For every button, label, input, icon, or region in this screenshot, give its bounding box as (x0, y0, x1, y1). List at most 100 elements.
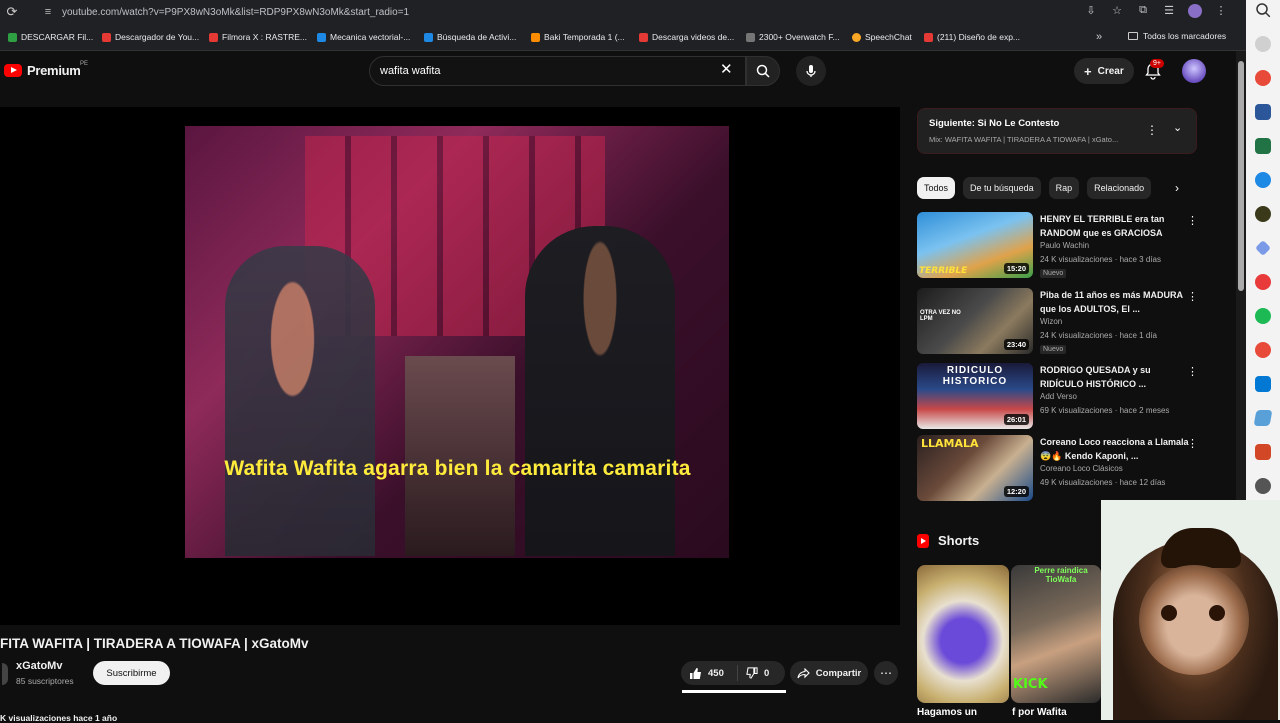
account-avatar[interactable] (1182, 59, 1206, 83)
bookmark-favicon (209, 32, 218, 42)
app-icon[interactable] (1255, 478, 1271, 494)
kebab-menu-icon[interactable]: ⋮ (1187, 290, 1198, 303)
shorts-heading: Shorts (917, 533, 979, 548)
video-thumbnail[interactable]: OTRA VEZ NO LPM 23:40 (917, 288, 1033, 354)
kebab-menu-icon[interactable]: ⋮ (1187, 365, 1198, 378)
bookmark-item[interactable]: Descargador de You... (102, 32, 199, 42)
chip-rap[interactable]: Rap (1048, 177, 1080, 199)
bookmark-item[interactable]: Mecanica vectorial-... (317, 32, 410, 42)
recommendation-item[interactable]: LLAMALA 12:20 Coreano Loco reacciona a L… (917, 435, 1217, 503)
recommendation-title[interactable]: Coreano Loco reacciona a Llamala 😨🔥 Kend… (1040, 435, 1190, 463)
bookmark-favicon (102, 32, 111, 42)
bookmark-item[interactable]: Búsqueda de Activi... (424, 32, 516, 42)
recommendation-channel[interactable]: Coreano Loco Clásicos (1040, 464, 1123, 473)
monkey-eye-left (1161, 605, 1177, 621)
app-icon[interactable] (1255, 274, 1271, 290)
duration-badge: 26:01 (1003, 414, 1029, 425)
short-thumbnail[interactable]: Perre raindica TioWafa KICK (1011, 565, 1101, 703)
recommendation-channel[interactable]: Wizon (1040, 317, 1062, 326)
menu-icon[interactable]: ⋮ (1214, 4, 1228, 21)
kebab-menu-icon[interactable]: ⋮ (1187, 437, 1198, 450)
bookmarks-overflow-button[interactable]: » (1096, 31, 1102, 43)
voice-search-button[interactable] (796, 56, 826, 86)
share-icon (797, 667, 810, 678)
profile-icon[interactable] (1188, 4, 1202, 21)
chip-todos[interactable]: Todos (917, 177, 956, 199)
recommendation-item[interactable]: TERRIBLE 15:20 HENRY EL TERRIBLE era tan… (917, 212, 1217, 280)
like-button[interactable]: 450 (681, 667, 737, 680)
extensions-icon[interactable]: ⧉ (1136, 4, 1150, 21)
recommendation-title[interactable]: Piba de 11 años es más MADURA que los AD… (1040, 288, 1190, 316)
chevron-down-icon[interactable]: ⌄ (1173, 121, 1182, 134)
scrollbar-thumb[interactable] (1238, 61, 1244, 291)
video-player[interactable] (0, 107, 900, 625)
bookmark-item[interactable]: 2300+ Overwatch F... (746, 32, 840, 42)
search-button[interactable] (746, 56, 780, 86)
word-icon[interactable] (1255, 104, 1271, 120)
kebab-menu-icon[interactable]: ⋮ (1146, 123, 1158, 137)
recommendation-channel[interactable]: Paulo Wachin (1040, 241, 1089, 250)
recommendation-title[interactable]: RODRIGO QUESADA y su RIDÍCULO HISTÓRICO … (1040, 363, 1190, 391)
search-icon[interactable] (1255, 2, 1271, 18)
chip-relacionado[interactable]: Relacionado (1087, 177, 1152, 199)
copilot-icon[interactable] (1255, 36, 1271, 52)
short-title[interactable]: f por Wafita (1012, 707, 1067, 718)
play-icon[interactable] (1255, 342, 1271, 358)
star-icon[interactable]: ☆ (1110, 4, 1124, 21)
app-icon[interactable] (1255, 206, 1271, 222)
bookmark-item[interactable]: Filmora X : RASTRE... (209, 32, 307, 42)
edge-icon[interactable] (1255, 172, 1271, 188)
video-thumbnail[interactable]: LLAMALA 12:20 (917, 435, 1033, 501)
reading-list-icon[interactable]: ☰ (1162, 4, 1176, 21)
create-button[interactable]: + Crear (1074, 58, 1134, 84)
bookmark-item[interactable]: Descarga videos de... (639, 32, 734, 42)
all-bookmarks-button[interactable]: Todos los marcadores (1128, 31, 1226, 41)
video-thumbnail[interactable]: TERRIBLE 15:20 (917, 212, 1033, 278)
clear-search-icon[interactable]: ✕ (720, 62, 733, 78)
recommendation-channel[interactable]: Add Verso (1040, 392, 1077, 401)
share-button[interactable]: Compartir (790, 661, 868, 685)
app-icon[interactable] (1253, 410, 1273, 426)
bookmark-item[interactable]: (211) Diseño de exp... (924, 32, 1020, 42)
outlook-icon[interactable] (1255, 376, 1271, 392)
bookmark-item[interactable]: SpeechChat (852, 32, 912, 42)
video-thumbnail[interactable]: RIDICULO HISTORICO 26:01 (917, 363, 1033, 429)
reload-icon[interactable]: ⟳ (0, 0, 24, 24)
recommendation-item[interactable]: RIDICULO HISTORICO 26:01 RODRIGO QUESADA… (917, 363, 1217, 431)
up-next-card[interactable]: Siguiente: Si No Le Contesto Mix: WAFITA… (917, 108, 1197, 154)
app-icon[interactable] (1255, 70, 1271, 86)
site-info-icon[interactable]: ≡ (40, 4, 56, 20)
search-input[interactable]: wafita wafita (369, 56, 746, 86)
address-bar[interactable]: youtube.com/watch?v=P9PX8wN3oMk&list=RDP… (62, 7, 409, 18)
spotify-icon[interactable] (1255, 308, 1271, 324)
channel-name[interactable]: xGatoMv (16, 660, 62, 672)
short-title[interactable]: Hagamos un (917, 707, 977, 718)
stage-table (405, 356, 515, 556)
powerpoint-icon[interactable] (1255, 444, 1271, 460)
subscribe-button[interactable]: Suscribirme (93, 661, 170, 685)
chevron-right-icon[interactable]: › (1175, 181, 1179, 195)
bookmark-item[interactable]: Baki Temporada 1 (... (531, 32, 625, 42)
short-thumbnail[interactable] (917, 565, 1009, 703)
kebab-menu-icon[interactable]: ⋮ (1187, 214, 1198, 227)
bookmark-item[interactable]: DESCARGAR Fil... (8, 32, 93, 42)
thumbnail-caption: TERRIBLE (919, 266, 968, 276)
performer-right (525, 226, 675, 556)
recommendation-item[interactable]: OTRA VEZ NO LPM 23:40 Piba de 11 años es… (917, 288, 1217, 356)
monkey-face (1139, 565, 1249, 675)
more-actions-button[interactable]: ⋯ (874, 661, 898, 685)
chip-de-tu-busqueda[interactable]: De tu búsqueda (963, 177, 1041, 199)
filter-chips: Todos De tu búsqueda Rap Relacionado (917, 177, 1152, 199)
dislike-button[interactable]: 0 (737, 665, 769, 681)
youtube-logo[interactable]: Premium PE (4, 61, 88, 78)
recommendation-title[interactable]: HENRY EL TERRIBLE era tan RANDOM que es … (1040, 212, 1190, 240)
app-icon[interactable] (1255, 240, 1271, 256)
kick-logo: KICK (1013, 677, 1048, 692)
channel-avatar[interactable] (2, 663, 8, 685)
thumbnail-caption: OTRA VEZ NO LPM (920, 310, 961, 322)
excel-icon[interactable] (1255, 138, 1271, 154)
install-icon[interactable]: ⇩ (1084, 4, 1098, 21)
youtube-play-icon (4, 64, 22, 77)
page-scrollbar[interactable] (1236, 51, 1246, 500)
up-next-title: Siguiente: Si No Le Contesto (929, 118, 1060, 129)
